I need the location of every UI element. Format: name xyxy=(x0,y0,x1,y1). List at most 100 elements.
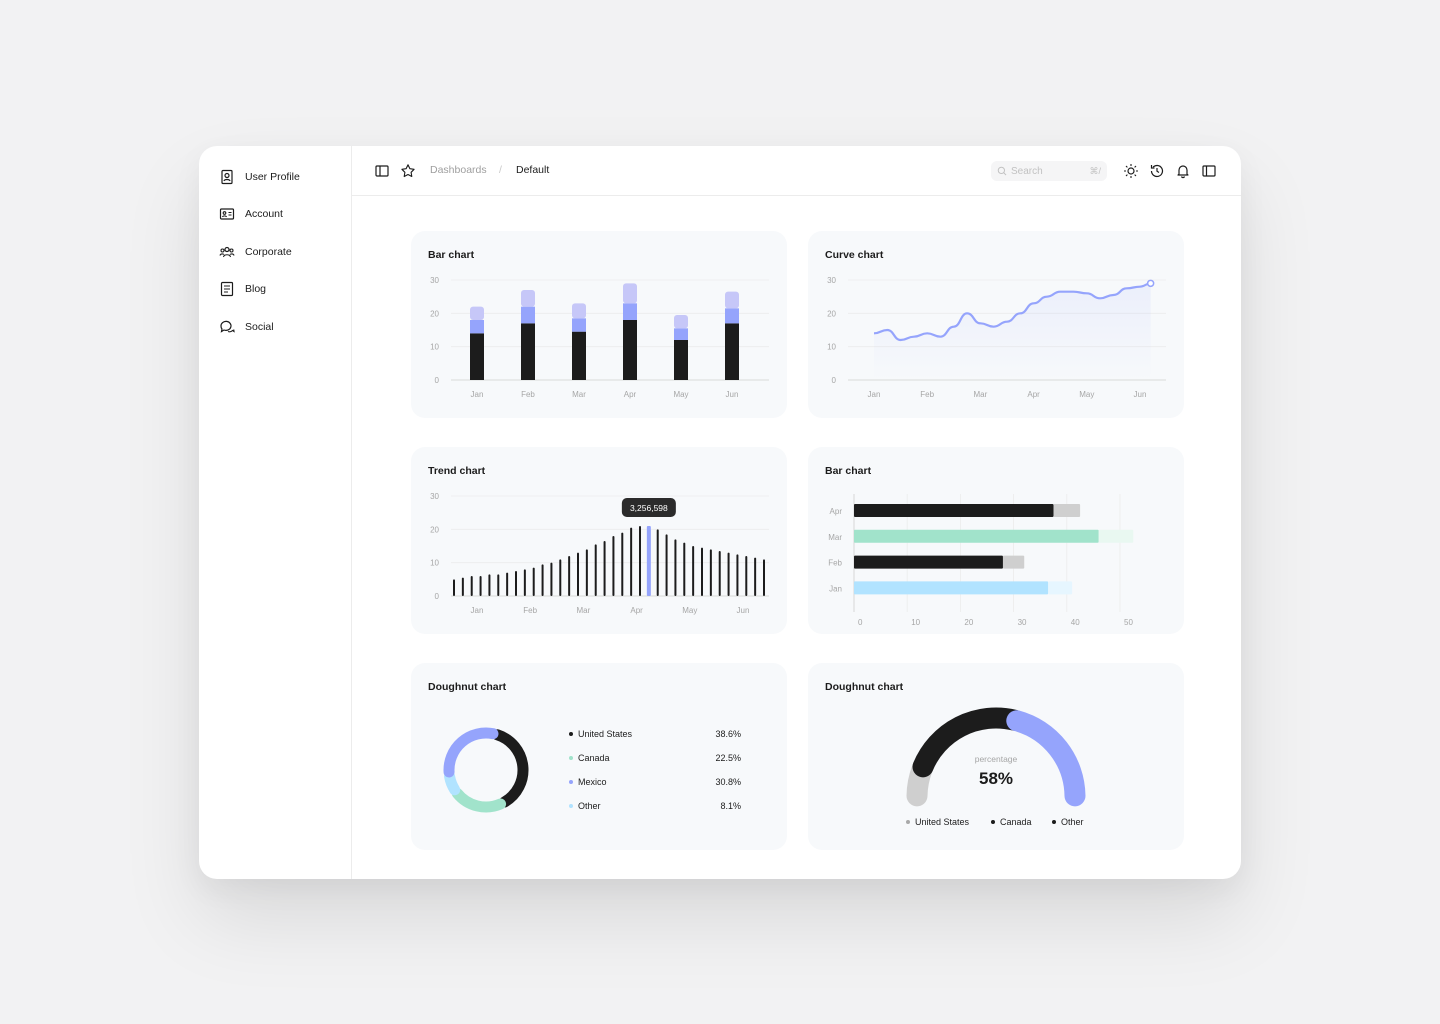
trend-bar xyxy=(745,556,748,596)
sidebar-item-label: Corporate xyxy=(245,246,292,258)
doughnut-slice xyxy=(451,787,507,813)
curve-chart-card: Curve chart 0 10 20 30 Jan Feb Mar Apr May Jun xyxy=(808,231,1184,418)
x-tick-label: Mar xyxy=(974,390,988,399)
legend-label: Canada xyxy=(1000,817,1032,827)
user-profile-icon xyxy=(221,169,233,185)
y-tick-label: 0 xyxy=(435,376,440,385)
line-end-point xyxy=(1146,279,1155,288)
sidebar-item-label: Account xyxy=(245,208,283,220)
doughnut-slice xyxy=(444,770,461,796)
bar-segment xyxy=(623,303,637,320)
legend-item-canada: Canada xyxy=(991,817,1032,827)
legend-dot xyxy=(569,804,573,808)
trend-bar xyxy=(550,562,553,596)
y-tick-label: 30 xyxy=(430,276,439,285)
line-area xyxy=(874,283,1151,380)
x-tick-label: Apr xyxy=(624,390,637,399)
doughnut-chart-card: Doughnut chart United States 38.6% Canad… xyxy=(411,663,787,850)
bar-segment xyxy=(470,333,484,380)
x-tick-label: May xyxy=(673,390,688,399)
y-tick-label: 20 xyxy=(827,309,836,318)
x-tick-label: Apr xyxy=(630,606,643,615)
sidebar-item-account[interactable]: Account xyxy=(219,203,283,225)
trend-bar xyxy=(763,559,765,596)
breadcrumb-current[interactable]: Default xyxy=(516,164,549,176)
id-card-icon xyxy=(219,208,235,220)
star-icon[interactable] xyxy=(400,163,416,179)
legend-label: Other xyxy=(578,801,601,811)
trend-bar xyxy=(594,544,597,596)
legend-dot xyxy=(569,756,573,760)
x-tick-label: Feb xyxy=(920,390,934,399)
bell-icon[interactable] xyxy=(1175,163,1191,179)
search-shortcut: ⌘/ xyxy=(1089,165,1101,176)
horizontal-bar-chart: 0 10 20 30 40 50 Apr Mar Feb Jan xyxy=(828,494,1134,627)
y-tick-label: Apr xyxy=(830,507,843,516)
bar-segment xyxy=(725,291,739,309)
bar-segment xyxy=(470,320,484,334)
x-tick-label: 40 xyxy=(1071,618,1080,627)
trend-bar xyxy=(665,534,668,596)
trend-bar xyxy=(488,574,491,596)
legend-label: United States xyxy=(915,817,970,827)
legend-label: Mexico xyxy=(578,777,607,787)
bar-segment xyxy=(623,320,637,380)
sidebar-item-user-profile[interactable]: User Profile xyxy=(219,166,300,188)
search-input[interactable]: Search ⌘/ xyxy=(991,161,1107,181)
search-placeholder: Search xyxy=(1011,165,1043,177)
history-icon[interactable] xyxy=(1149,163,1165,179)
doughnut-slice xyxy=(491,729,529,808)
trend-bar xyxy=(612,536,615,596)
trend-bar xyxy=(470,576,473,596)
y-tick-label: 0 xyxy=(832,376,837,385)
trend-bar xyxy=(692,546,695,596)
y-tick-label: 10 xyxy=(430,343,439,352)
y-tick-label: 20 xyxy=(430,309,439,318)
trend-bar xyxy=(621,532,624,596)
trend-chart: 0 10 20 30 Jan Feb Mar Apr May Jun 3,256,598 xyxy=(430,492,769,615)
trend-bar xyxy=(603,541,606,596)
panel-toggle-icon[interactable] xyxy=(1201,163,1217,179)
breadcrumb-separator: / xyxy=(499,164,502,176)
trend-bar xyxy=(559,559,562,596)
sidebar-item-label: Blog xyxy=(245,283,267,295)
trend-bar xyxy=(497,574,500,596)
trend-bar xyxy=(727,552,730,596)
breadcrumb-root[interactable]: Dashboards xyxy=(430,164,487,176)
bar-segment xyxy=(521,323,535,380)
trend-bar xyxy=(639,526,641,596)
bar-segment xyxy=(854,504,1054,517)
x-tick-label: Mar xyxy=(577,606,591,615)
bar-segment xyxy=(1098,529,1134,543)
users-icon xyxy=(219,246,235,258)
trend-bar xyxy=(718,551,721,596)
sidebar: User Profile Account Corporate Blog Soci… xyxy=(199,146,352,879)
trend-bar xyxy=(541,564,544,596)
legend-value: 38.6% xyxy=(715,729,741,739)
y-tick-label: 10 xyxy=(430,559,439,568)
y-tick-label: Jan xyxy=(829,584,842,593)
chat-icon xyxy=(220,320,235,333)
x-tick-label: May xyxy=(1079,390,1094,399)
legend-item-other: Other 8.1% xyxy=(569,801,741,811)
trend-bar xyxy=(646,526,651,596)
legend-item-united-states: United States xyxy=(906,817,969,827)
bar-segment xyxy=(1002,555,1025,569)
sidebar-item-blog[interactable]: Blog xyxy=(219,278,266,300)
legend-item-united-states: United States 38.6% xyxy=(569,729,741,739)
legend-label: United States xyxy=(578,729,633,739)
legend-item-mexico: Mexico 30.8% xyxy=(569,777,741,787)
app-window: User Profile Account Corporate Blog Soci… xyxy=(199,146,1241,879)
trend-bar xyxy=(523,569,526,596)
sidebar-item-social[interactable]: Social xyxy=(219,316,274,338)
legend-value: 8.1% xyxy=(720,801,741,811)
topbar: Dashboards / Default Search ⌘/ xyxy=(352,146,1241,196)
trend-bar xyxy=(568,556,571,596)
trend-bar xyxy=(674,539,677,596)
trend-bar xyxy=(515,571,517,596)
legend-dot xyxy=(906,820,910,824)
sidebar-item-corporate[interactable]: Corporate xyxy=(219,241,292,263)
sidebar-toggle-icon[interactable] xyxy=(374,163,390,179)
sun-icon[interactable] xyxy=(1123,163,1139,179)
trend-bar xyxy=(736,554,739,596)
